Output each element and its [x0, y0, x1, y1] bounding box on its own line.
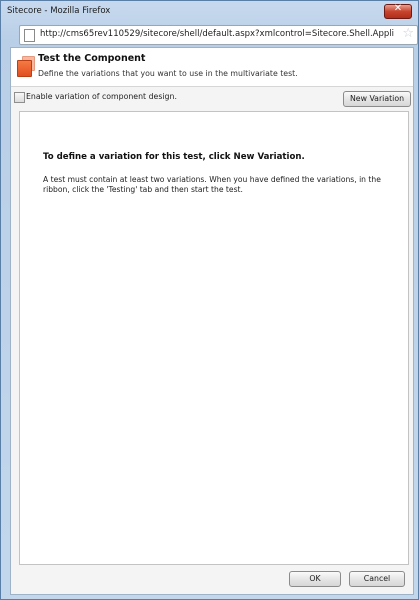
page-icon: [24, 29, 35, 42]
title-bar: Sitecore - Mozilla Firefox ✕: [1, 1, 418, 23]
browser-window: Sitecore - Mozilla Firefox ✕ http://cms6…: [0, 0, 419, 600]
dialog-title: Test the Component: [38, 53, 146, 64]
enable-variation-checkbox[interactable]: [14, 92, 25, 103]
instruction-title: To define a variation for this test, cli…: [43, 152, 305, 162]
url-text[interactable]: http://cms65rev110529/sitecore/shell/def…: [40, 29, 394, 39]
instruction-text: A test must contain at least two variati…: [43, 175, 381, 194]
variation-toolbar: Enable variation of component design. Ne…: [11, 87, 413, 109]
new-variation-button[interactable]: New Variation: [343, 91, 411, 107]
close-button[interactable]: ✕: [384, 3, 412, 19]
component-icon: [17, 56, 35, 77]
url-bar[interactable]: http://cms65rev110529/sitecore/shell/def…: [19, 25, 418, 45]
enable-variation-label[interactable]: Enable variation of component design.: [26, 92, 177, 101]
close-icon: ✕: [393, 3, 403, 14]
cancel-button[interactable]: Cancel: [349, 571, 405, 587]
dialog-content: Test the Component Define the variations…: [10, 47, 414, 595]
window-title: Sitecore - Mozilla Firefox: [7, 6, 111, 16]
variations-panel: To define a variation for this test, cli…: [19, 111, 409, 565]
dialog-header: Test the Component Define the variations…: [11, 48, 413, 87]
dialog-description: Define the variations that you want to u…: [38, 69, 298, 78]
bookmark-star-icon[interactable]: ☆: [402, 27, 414, 41]
ok-button[interactable]: OK: [289, 571, 341, 587]
